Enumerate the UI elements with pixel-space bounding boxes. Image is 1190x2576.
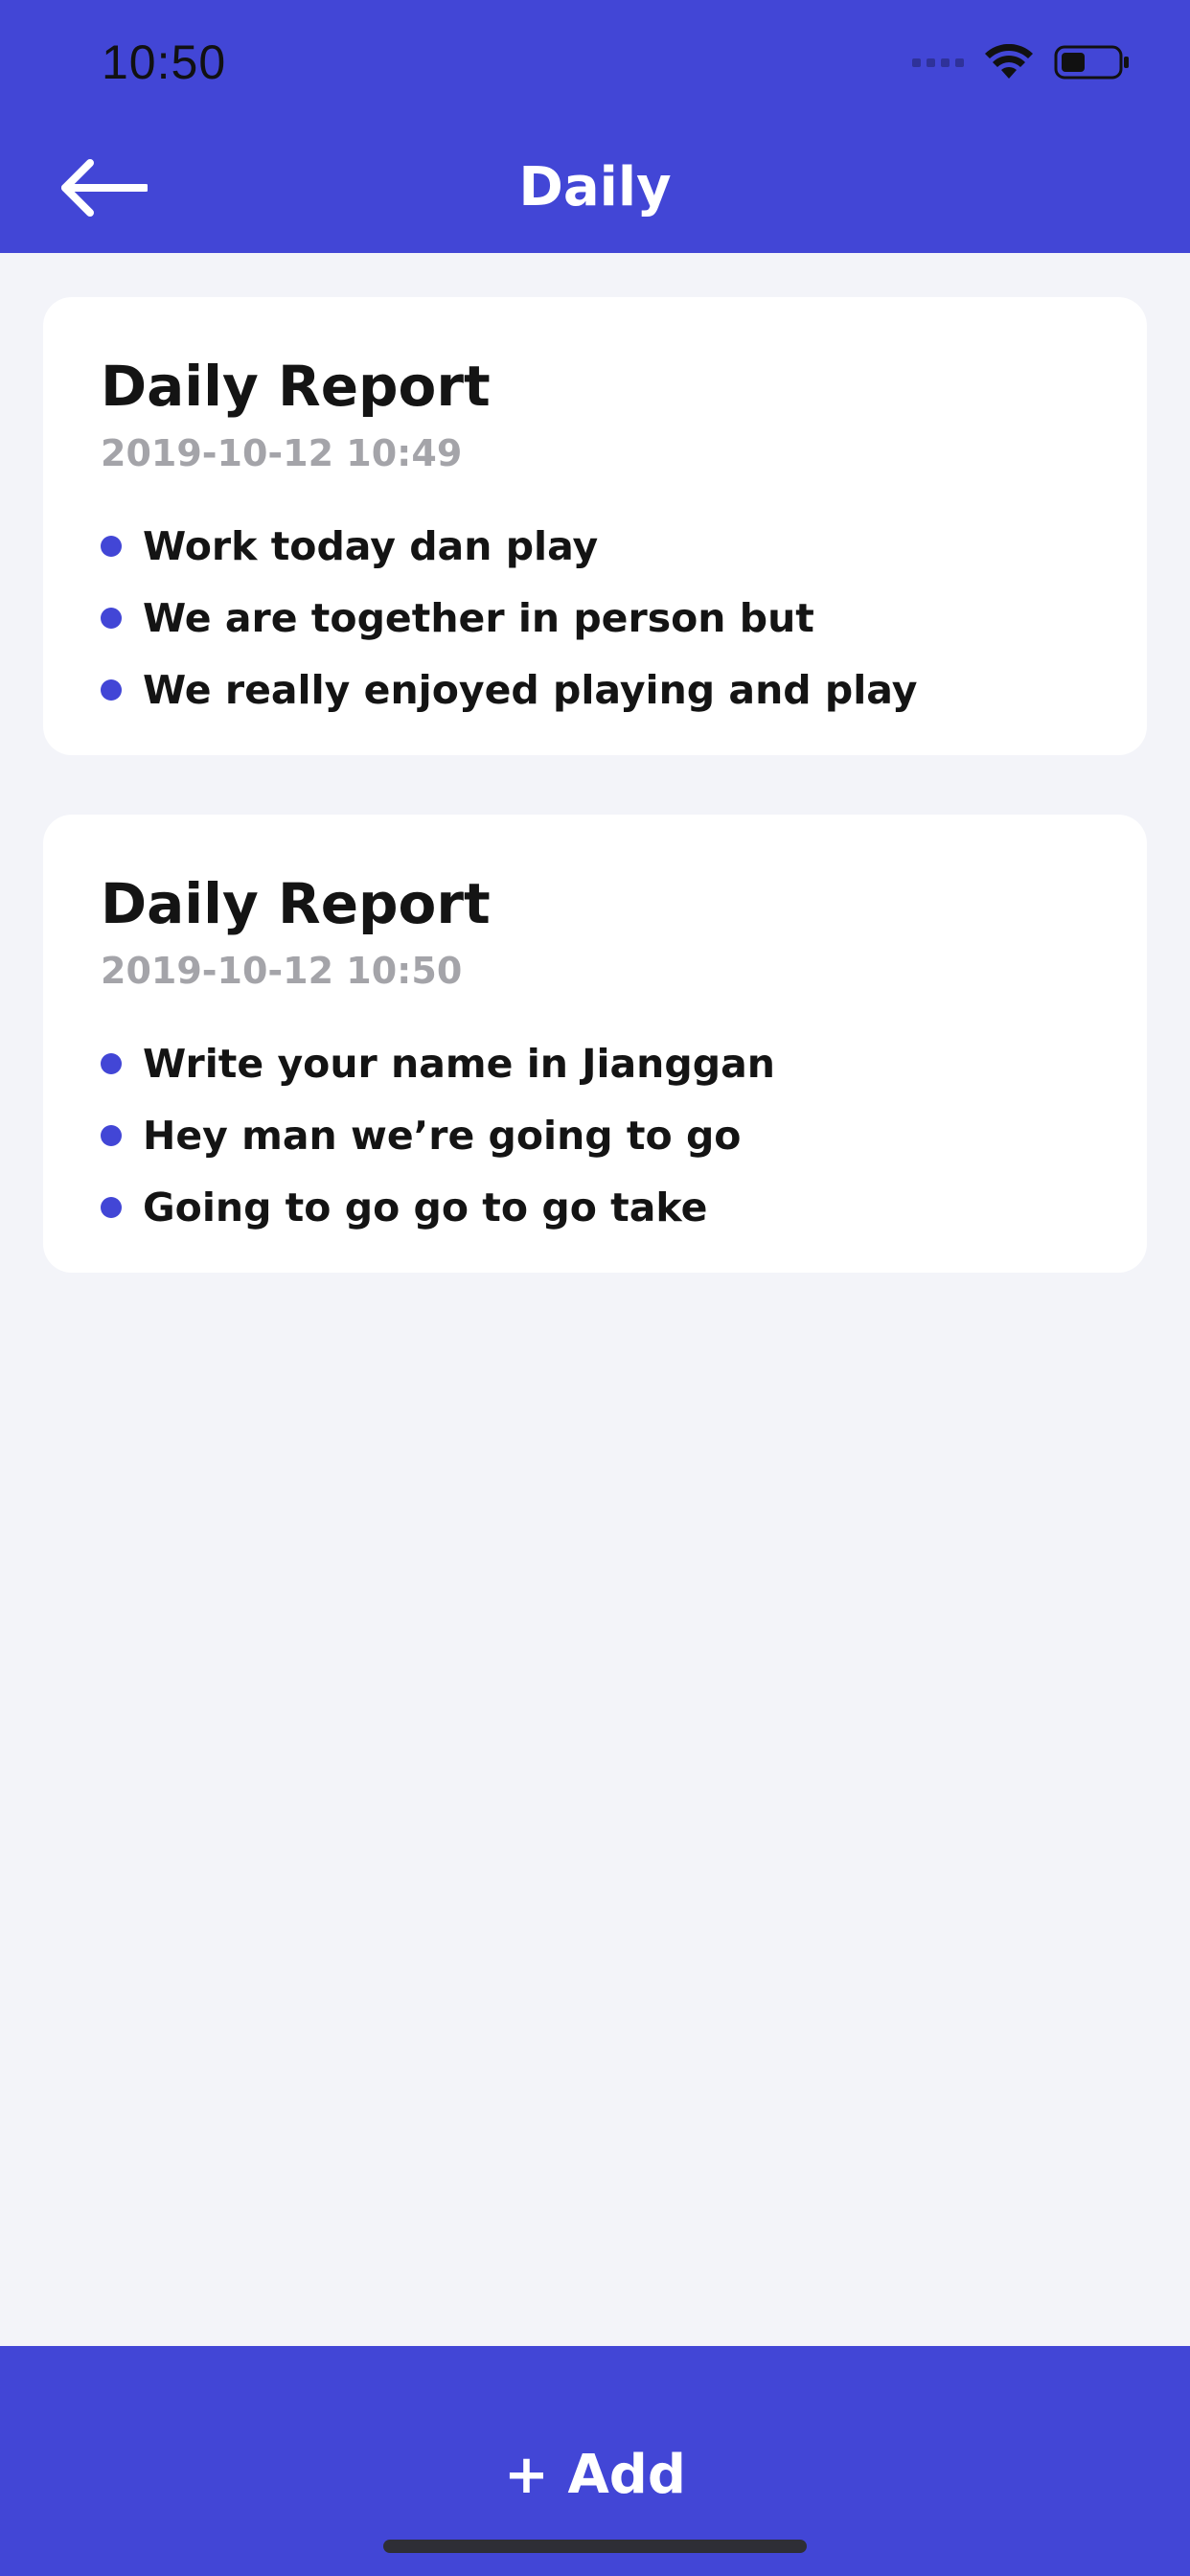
bullet-icon: [101, 1052, 122, 1074]
list-item: Work today dan play: [101, 510, 1089, 582]
wifi-icon: [985, 44, 1033, 79]
list-item-text: Work today dan play: [143, 522, 599, 569]
signal-icon: [912, 58, 964, 67]
battery-icon: [1054, 45, 1129, 80]
list-item: We really enjoyed playing and play: [101, 654, 1089, 725]
report-items: Write your name in Jianggan Hey man we’r…: [101, 1027, 1089, 1243]
list-item: Write your name in Jianggan: [101, 1027, 1089, 1099]
report-title: Daily Report: [101, 871, 491, 936]
list-item-text: Hey man we’re going to go: [143, 1112, 742, 1159]
header-bar: 10:50 Daily: [0, 0, 1190, 253]
bullet-icon: [101, 678, 122, 701]
add-button-label: + Add: [504, 2444, 686, 2506]
list-item-text: Write your name in Jianggan: [143, 1040, 775, 1087]
report-card[interactable]: Daily Report 2019-10-12 10:50 Write your…: [43, 815, 1147, 1273]
bullet-icon: [101, 535, 122, 557]
home-indicator[interactable]: [383, 2540, 807, 2553]
list-item-text: Going to go go to go take: [143, 1184, 708, 1230]
report-title: Daily Report: [101, 354, 491, 419]
footer-bar: + Add: [0, 2346, 1190, 2576]
page-title: Daily: [518, 156, 672, 218]
list-item: Going to go go to go take: [101, 1171, 1089, 1243]
bullet-icon: [101, 607, 122, 629]
status-time: 10:50: [102, 35, 227, 89]
status-icons: [912, 44, 1131, 80]
report-card[interactable]: Daily Report 2019-10-12 10:49 Work today…: [43, 297, 1147, 755]
list-item-text: We are together in person but: [143, 594, 814, 641]
list-item-text: We really enjoyed playing and play: [143, 666, 918, 713]
bullet-icon: [101, 1196, 122, 1218]
report-list: Daily Report 2019-10-12 10:49 Work today…: [43, 297, 1147, 1332]
report-date: 2019-10-12 10:50: [101, 950, 463, 992]
report-date: 2019-10-12 10:49: [101, 432, 463, 474]
bullet-icon: [101, 1124, 122, 1146]
list-item: Hey man we’re going to go: [101, 1099, 1089, 1171]
report-items: Work today dan play We are together in p…: [101, 510, 1089, 725]
list-item: We are together in person but: [101, 582, 1089, 654]
